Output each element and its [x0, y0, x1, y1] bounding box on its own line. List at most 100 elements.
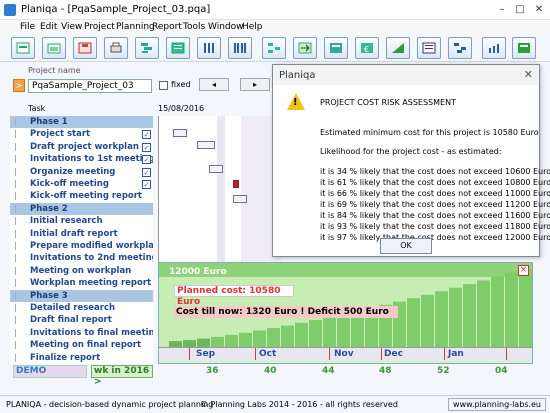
- expand-icon[interactable]: >: [13, 79, 25, 92]
- task-row[interactable]: Initial draft report: [10, 228, 153, 240]
- menu-view[interactable]: View: [61, 22, 82, 32]
- task-row[interactable]: Organize meeting ✓: [10, 166, 153, 178]
- task-row[interactable]: Initial research: [10, 215, 153, 227]
- task-label: Invitations to 2nd meeting: [30, 253, 153, 264]
- task-row[interactable]: Meeting on final report: [10, 339, 153, 351]
- phase-row[interactable]: Phase 3: [10, 289, 153, 302]
- cost-step-bar: [323, 317, 336, 347]
- task-row[interactable]: Invitations to 2nd meeting: [10, 252, 153, 264]
- phase-row[interactable]: Phase 1: [10, 116, 153, 128]
- new-project-icon: [16, 42, 30, 54]
- close-button[interactable]: ✕: [531, 2, 547, 18]
- network-icon: [268, 43, 280, 53]
- month-tick: [189, 348, 190, 360]
- phase-row[interactable]: Phase 2: [10, 202, 153, 215]
- print-button[interactable]: [104, 37, 128, 59]
- scroll-left-button[interactable]: ◂: [199, 78, 229, 91]
- task-row[interactable]: Invitations to 1st meeting ✓: [10, 153, 153, 165]
- ok-button[interactable]: OK: [380, 238, 432, 254]
- task-done-checkbox[interactable]: ✓: [142, 180, 151, 189]
- gantt-view-button[interactable]: [135, 37, 159, 59]
- task-row[interactable]: Invitations to final meeting: [10, 327, 153, 339]
- cost-step-bar: [477, 280, 490, 347]
- task-done-checkbox[interactable]: ✓: [142, 155, 151, 165]
- menu-project[interactable]: Project: [84, 22, 115, 32]
- task-done-checkbox[interactable]: ✓: [142, 167, 151, 177]
- task-label: Organize meeting: [30, 166, 116, 177]
- footer-url[interactable]: www.planning-labs.eu: [448, 398, 546, 411]
- menu-planning[interactable]: Planning: [116, 22, 155, 32]
- task-row[interactable]: Draft project workplan ✓: [10, 141, 153, 153]
- menu-report[interactable]: Report: [152, 22, 182, 32]
- task-row[interactable]: Kick-off meeting ✓: [10, 178, 153, 190]
- cost-panel: 12000 Euro × Planned cost: 10580 Euro Co…: [158, 262, 533, 364]
- task-label: Meeting on workplan: [30, 265, 132, 276]
- multi-columns-button[interactable]: [228, 37, 252, 59]
- structure-button[interactable]: [448, 37, 472, 59]
- task-row[interactable]: Kick-off meeting report: [10, 190, 153, 202]
- task-row[interactable]: Finalize report: [10, 352, 153, 364]
- gantt-bar[interactable]: [209, 165, 223, 173]
- open-project-button[interactable]: [42, 37, 66, 59]
- cost-panel-close-icon[interactable]: ×: [518, 265, 529, 276]
- likelihood-line: it is 34 % likely that the cost does not…: [320, 167, 550, 176]
- fixed-checkbox[interactable]: [159, 81, 168, 90]
- project-name-field[interactable]: PqaSample_Project_03: [28, 79, 152, 93]
- cost-step-bar: [295, 322, 308, 347]
- dialog-close-icon[interactable]: ✕: [524, 68, 533, 81]
- cost-step-bar: [239, 332, 252, 347]
- network-button[interactable]: [262, 37, 286, 59]
- gantt-bar[interactable]: [233, 195, 247, 203]
- menu-edit[interactable]: Edit: [40, 22, 57, 32]
- task-row[interactable]: Meeting on workplan: [10, 265, 153, 277]
- cost-button[interactable]: €: [355, 37, 379, 59]
- hr-button[interactable]: [324, 37, 348, 59]
- risk-button[interactable]: [482, 37, 506, 59]
- report-button[interactable]: [417, 37, 441, 59]
- task-done-checkbox[interactable]: ✓: [142, 142, 151, 152]
- task-label: Draft project workplan: [30, 141, 139, 152]
- task-label: Phase 3: [30, 290, 68, 301]
- row-marker: [15, 167, 21, 176]
- task-label: Phase 2: [30, 203, 68, 214]
- maximize-button[interactable]: □: [512, 2, 528, 18]
- likelihood-line: it is 61 % likely that the cost does not…: [320, 178, 550, 187]
- task-row[interactable]: Project start ✓: [10, 128, 153, 140]
- task-label: Workplan meeting report: [30, 278, 152, 289]
- row-marker: [15, 242, 21, 250]
- menu-tools[interactable]: Tools: [183, 22, 205, 32]
- task-row[interactable]: Detailed research: [10, 302, 153, 314]
- gantt-bar[interactable]: [197, 141, 215, 149]
- gantt-bar-active[interactable]: [233, 180, 239, 188]
- new-project-button[interactable]: [11, 37, 35, 59]
- month-tick: [329, 348, 330, 360]
- task-row[interactable]: Workplan meeting report: [10, 277, 153, 289]
- cost-step-bar: [449, 287, 462, 347]
- task-row[interactable]: Draft final report: [10, 314, 153, 326]
- gantt-bar[interactable]: [173, 129, 187, 137]
- row-marker: [15, 217, 21, 226]
- menu-help[interactable]: Help: [242, 22, 263, 32]
- menu-file[interactable]: File: [20, 22, 35, 32]
- move-button[interactable]: [293, 37, 317, 59]
- cost-chart-button[interactable]: [386, 37, 410, 59]
- likelihood-line: it is 69 % likely that the cost does not…: [320, 200, 550, 209]
- task-label: Invitations to 1st meeting: [30, 154, 153, 165]
- task-column-header: Task: [28, 104, 46, 113]
- cost-step-bar: [505, 272, 518, 347]
- columns-button[interactable]: [197, 37, 221, 59]
- menu-window[interactable]: Window: [208, 22, 244, 32]
- task-row[interactable]: Prepare modified workplan: [10, 240, 153, 252]
- minimize-button[interactable]: –: [494, 2, 510, 18]
- hr-icon: [330, 43, 342, 53]
- task-label: Initial draft report: [30, 228, 118, 239]
- hr2-button[interactable]: [512, 37, 536, 59]
- save-project-button[interactable]: [73, 37, 97, 59]
- task-label: Initial research: [30, 216, 103, 227]
- scroll-right-button[interactable]: ▸: [240, 78, 270, 91]
- month-label: Jan: [448, 349, 464, 359]
- table-view-button[interactable]: [166, 37, 190, 59]
- cost-step-bar: [337, 314, 350, 347]
- task-done-checkbox[interactable]: ✓: [142, 130, 151, 140]
- week-column: [217, 116, 225, 266]
